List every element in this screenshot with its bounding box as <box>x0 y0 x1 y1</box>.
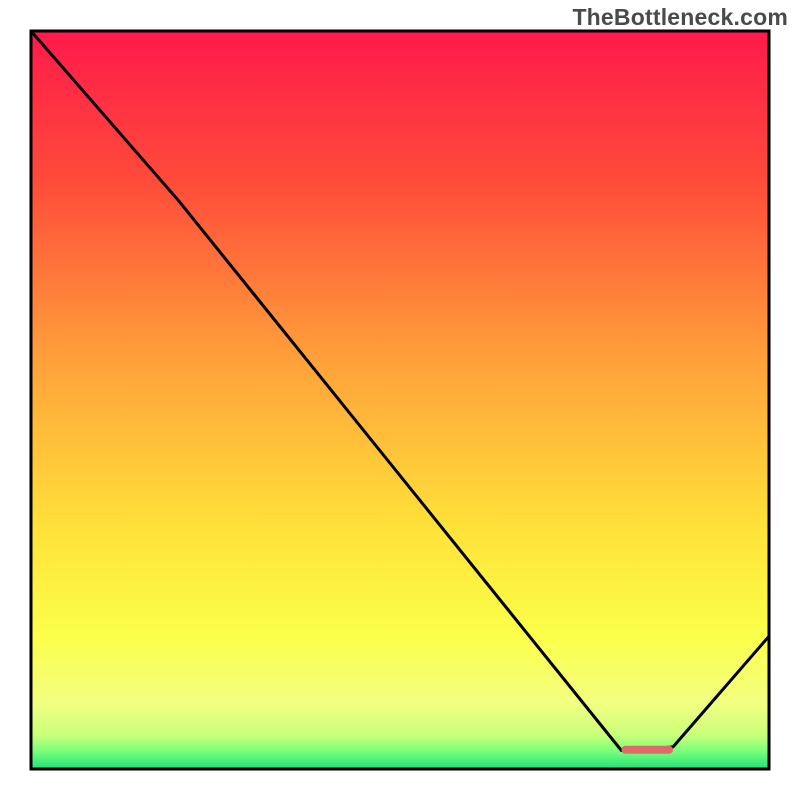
watermark-text: TheBottleneck.com <box>572 4 788 31</box>
plot-gradient <box>31 31 769 769</box>
chart-container: TheBottleneck.com <box>0 0 800 800</box>
bottleneck-chart <box>0 0 800 800</box>
optimal-range-marker <box>621 746 673 754</box>
